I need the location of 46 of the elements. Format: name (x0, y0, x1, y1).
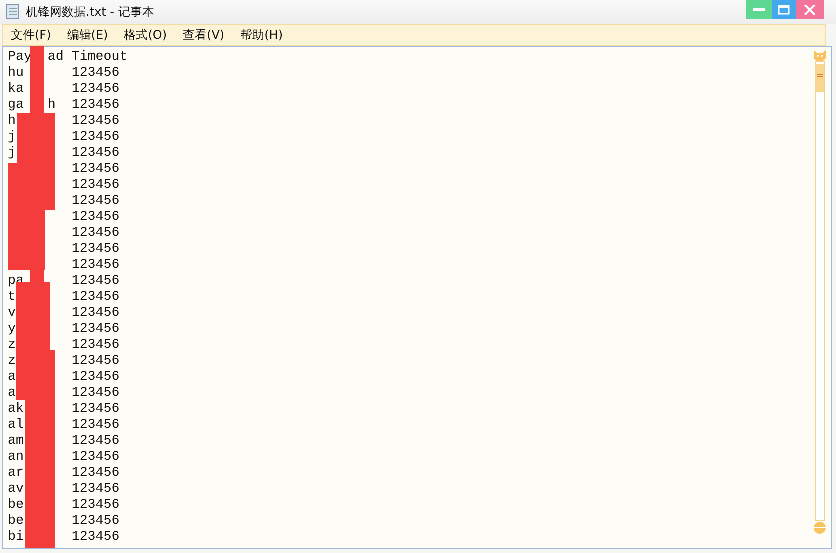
notepad-icon (6, 4, 20, 20)
text-line: Pay ad Timeout (8, 49, 129, 65)
text-line: z 123456 (8, 337, 121, 353)
close-button[interactable] (796, 0, 824, 19)
text-line: h 123456 (8, 113, 121, 129)
menu-item[interactable]: 查看(V) (175, 26, 233, 44)
menu-item[interactable]: 编辑(E) (59, 26, 116, 44)
text-line: z 123456 (8, 353, 121, 369)
text-line: 123456 (70, 209, 121, 225)
maximize-icon (778, 4, 790, 14)
text-area[interactable] (2, 46, 832, 549)
text-line: ga h 123456 (8, 97, 121, 113)
text-line: t 123456 (8, 289, 121, 305)
text-line: hu 123456 (8, 65, 121, 81)
window-title: 机锋网数据.txt - 记事本 (26, 4, 154, 20)
text-line: v 123456 (8, 305, 121, 321)
text-line: 123456 (70, 241, 121, 257)
text-line: a 123456 (8, 385, 121, 401)
text-line: bi 123456 (8, 529, 121, 545)
text-line: 123456 (70, 257, 121, 273)
scrollbar-drawing[interactable] (815, 61, 825, 521)
text-line: j 123456 (8, 129, 121, 145)
text-line: ka 123456 (8, 81, 121, 97)
text-line: av 123456 (8, 481, 121, 497)
minimize-button[interactable] (746, 0, 772, 19)
text-line: ar 123456 (8, 465, 121, 481)
text-line: 123456 (70, 161, 121, 177)
text-line: ak 123456 (8, 401, 121, 417)
text-line: 123456 (70, 177, 121, 193)
menu-item[interactable]: 文件(F) (3, 26, 60, 44)
text-line: am 123456 (8, 433, 121, 449)
scroll-down-icon[interactable] (813, 521, 827, 535)
text-line: al 123456 (8, 417, 121, 433)
minimize-icon (753, 8, 765, 12)
text-line: 123456 (70, 193, 121, 209)
text-line: an 123456 (8, 449, 121, 465)
text-line: 123456 (70, 225, 121, 241)
text-line: y 123456 (8, 321, 121, 337)
menu-item[interactable]: 帮助(H) (232, 26, 291, 44)
close-icon (804, 4, 816, 14)
menu-item[interactable]: 格式(O) (116, 26, 176, 44)
maximize-button[interactable] (772, 0, 796, 19)
text-line: be 123456 (8, 497, 121, 513)
text-line: be 123456 (8, 513, 121, 529)
text-line: a 123456 (8, 369, 121, 385)
text-line: j 123456 (8, 145, 121, 161)
